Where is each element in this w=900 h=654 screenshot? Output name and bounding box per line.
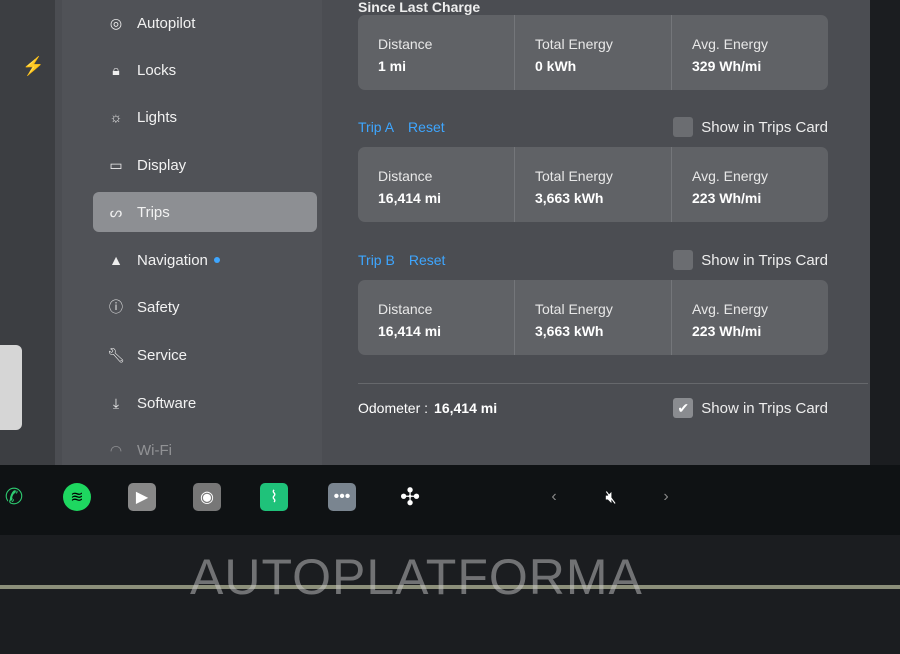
more-apps-icon[interactable]: •••: [328, 483, 356, 511]
left-status-strip: ⚡: [0, 0, 55, 465]
sidebar-item-trips[interactable]: ᔕ Trips: [93, 192, 317, 232]
app-dock: ✆ ≋ ▶ ◉ ⌇ ••• ✣ ‹ 🔇︎ ›: [0, 465, 900, 535]
odometer-show-checkbox[interactable]: ✔ Show in Trips Card: [673, 398, 828, 418]
display-icon: ▭: [109, 156, 123, 173]
steering-wheel-icon: ◎: [109, 14, 123, 31]
distance-value: 16,414 mi: [378, 323, 442, 339]
distance-label: Distance: [378, 168, 433, 184]
fan-icon[interactable]: ✣: [396, 483, 424, 511]
safety-icon: ⓘ: [109, 299, 123, 315]
sidebar-item-label: Navigation: [137, 251, 208, 269]
sidebar-item-label: Display: [137, 156, 187, 174]
trip-b-show-checkbox[interactable]: Show in Trips Card: [673, 250, 828, 270]
distance-label: Distance: [378, 301, 433, 317]
sidebar-item-label: Autopilot: [137, 14, 196, 32]
avg-value: 329 Wh/mi: [692, 58, 762, 74]
sidebar-item-label: Wi-Fi: [137, 441, 172, 459]
energy-value: 3,663 kWh: [535, 190, 604, 206]
sidebar-item-label: Locks: [137, 61, 177, 79]
trip-a-header: Trip A Reset Show in Trips Card: [358, 117, 828, 137]
media-player-icon[interactable]: ▶: [128, 483, 156, 511]
sidebar-item-navigation[interactable]: ▲ Navigation: [93, 240, 317, 280]
avg-label: Avg. Energy: [692, 168, 769, 184]
checkbox[interactable]: [673, 250, 694, 270]
avg-label: Avg. Energy: [692, 301, 769, 317]
energy-value: 3,663 kWh: [535, 323, 604, 339]
sidebar-item-display[interactable]: ▭ Display: [93, 145, 317, 185]
volume-muted-icon[interactable]: 🔇︎: [594, 483, 628, 511]
sidebar-item-lights[interactable]: ☼ Lights: [93, 97, 317, 137]
settings-screen: ⚡ ◎ Autopilot 🔒︎ Locks ☼ Lights ▭ Display ᔕT…: [0, 0, 870, 465]
energy-app-icon[interactable]: ⌇: [260, 483, 288, 511]
energy-label: Total Energy: [535, 36, 613, 52]
phone-icon[interactable]: ✆: [0, 483, 28, 511]
update-dot: [213, 257, 220, 263]
since-last-charge-card: Distance 1 mi Total Energy 0 kWh Avg. Ener…: [358, 15, 828, 90]
side-card[interactable]: [0, 345, 22, 430]
trip-a-show-checkbox[interactable]: Show in Trips Card: [673, 117, 828, 137]
trip-b-reset-button[interactable]: Reset: [409, 252, 446, 268]
avg-value: 223 Wh/mi: [692, 323, 762, 339]
sidebar-item-service[interactable]: 🔧︎ Service: [93, 335, 317, 375]
trip-b-header: Trip B Reset Show in Trips Card: [358, 250, 828, 270]
lights-icon: ☼: [109, 109, 123, 125]
odometer-row: Odometer : 16,414 mi ✔ Show in Trips Card: [358, 398, 828, 418]
sidebar-item-locks[interactable]: 🔒︎ Locks: [93, 50, 317, 90]
checkbox-label: Show in Trips Card: [701, 251, 828, 269]
odometer-value: 16,414 mi: [434, 400, 498, 416]
checkbox-label: Show in Trips Card: [701, 118, 828, 136]
sidebar-item-autopilot[interactable]: ◎ Autopilot: [93, 3, 317, 43]
watermark: AUTOPLATFORMA: [190, 549, 643, 605]
camera-icon[interactable]: ◉: [193, 483, 221, 511]
checkbox-label: Show in Trips Card: [701, 399, 828, 417]
sidebar-item-label: Trips: [137, 203, 170, 221]
divider: [358, 383, 868, 384]
lock-icon: 🔒︎: [112, 61, 120, 78]
sidebar-item-label: Software: [137, 394, 197, 412]
trip-b-title: Trip B: [358, 252, 395, 268]
trip-a-title: Trip A: [358, 119, 395, 135]
trip-b-card: Distance 16,414 mi Total Energy 3,663 kWh …: [358, 280, 828, 355]
sidebar-item-safety[interactable]: ⓘ Safety: [93, 287, 317, 327]
checkbox[interactable]: [673, 117, 694, 137]
wrench-icon: 🔧︎: [107, 346, 125, 363]
trip-a-card: Distance 16,414 mi Total Energy 3,663 kWh …: [358, 147, 828, 222]
checkbox-checked[interactable]: ✔: [673, 398, 694, 418]
trip-a-reset-button[interactable]: Reset: [408, 119, 445, 135]
energy-label: Total Energy: [535, 301, 613, 317]
sidebar-item-label: Lights: [137, 108, 178, 126]
since-last-charge-title: Since Last Charge: [358, 0, 481, 15]
sidebar-item-software[interactable]: ⤓ Software: [93, 383, 317, 423]
volume-up-chevron-icon[interactable]: ›: [652, 483, 680, 511]
energy-value: 0 kWh: [535, 58, 577, 74]
spotify-icon[interactable]: ≋: [63, 483, 91, 511]
odometer-label: Odometer :: [358, 400, 429, 416]
trips-icon: ᔕ: [109, 203, 123, 220]
volume-down-chevron-icon[interactable]: ‹: [540, 483, 568, 511]
sidebar-item-label: Safety: [137, 298, 180, 316]
energy-label: Total Energy: [535, 168, 613, 184]
sidebar-item-label: Service: [137, 346, 188, 364]
sidebar-item-wifi[interactable]: ◠ Wi-Fi: [93, 430, 317, 470]
wifi-icon: ◠: [109, 441, 123, 458]
download-icon: ⤓: [112, 394, 120, 411]
charging-bolt-icon: ⚡: [22, 56, 45, 76]
settings-sidebar: ◎ Autopilot 🔒︎ Locks ☼ Lights ▭ Display ᔕ Tri…: [62, 0, 322, 465]
distance-value: 1 mi: [378, 58, 407, 74]
navigation-icon: ▲: [109, 252, 123, 268]
avg-value: 223 Wh/mi: [692, 190, 762, 206]
distance-value: 16,414 mi: [378, 190, 442, 206]
trips-panel: Since Last Charge Distance 1 mi Total Ene…: [322, 0, 870, 465]
avg-label: Avg. Energy: [692, 36, 769, 52]
distance-label: Distance: [378, 36, 433, 52]
